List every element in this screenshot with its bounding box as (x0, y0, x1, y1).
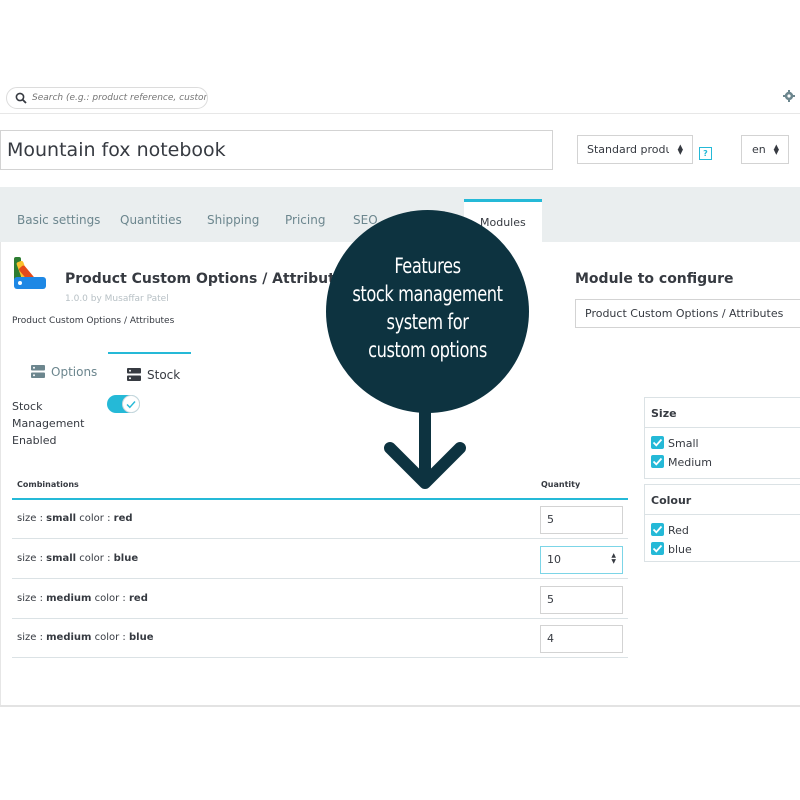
subtab-options[interactable]: Options (31, 365, 97, 379)
colour-filter-panel: Colour Red blue (644, 484, 800, 562)
checkbox-checked-icon[interactable] (651, 455, 664, 468)
table-row: size : medium color : red 5 (12, 580, 628, 619)
subtab-options-label: Options (51, 365, 98, 379)
arrow-down-icon (384, 400, 466, 489)
language-value: en (752, 143, 766, 156)
search-input[interactable] (32, 90, 207, 106)
module-version: 1.0.0 by Musaffar Patel (65, 294, 169, 304)
tab-shipping[interactable]: Shipping (207, 213, 259, 227)
combination-label: size : small color : blue (17, 553, 139, 564)
language-select[interactable]: en ▲ ▼ (741, 135, 789, 164)
column-header-quantity: Quantity (541, 480, 581, 489)
combination-label: size : small color : red (17, 513, 133, 524)
quantity-input[interactable]: 5 (540, 586, 623, 614)
module-title: Product Custom Options / Attributes (65, 271, 353, 287)
server-icon (31, 365, 45, 378)
callout-line: stock management (352, 282, 503, 306)
quantity-value: 10 (547, 553, 561, 566)
check-icon (126, 401, 136, 409)
stock-management-toggle[interactable] (107, 395, 140, 413)
search-box[interactable] (6, 87, 208, 109)
module-logo-icon (14, 257, 46, 289)
panel-bottom-border (0, 705, 800, 707)
product-name-input[interactable]: Mountain fox notebook (0, 130, 553, 170)
subtab-stock-label: Stock (147, 368, 181, 382)
toggle-knob (122, 395, 140, 413)
quantity-input[interactable]: 4 (540, 625, 623, 653)
colour-filter-item[interactable]: blue (645, 539, 800, 558)
size-filter-item[interactable]: Small (645, 433, 800, 452)
spinner-arrows-icon[interactable]: ▲ ▼ (611, 553, 616, 565)
callout-line: system for (386, 310, 469, 334)
checkbox-checked-icon[interactable] (651, 523, 664, 536)
tab-quantities[interactable]: Quantities (120, 213, 182, 227)
callout-line: Features (394, 254, 461, 278)
quantity-input[interactable]: 5 (540, 506, 623, 534)
colour-filter-title: Colour (645, 485, 800, 515)
module-caption: Product Custom Options / Attributes (12, 316, 175, 326)
subtab-stock[interactable]: Stock (127, 368, 180, 382)
select-arrows-icon: ▲ ▼ (677, 143, 683, 156)
server-icon (127, 368, 141, 381)
tab-pricing[interactable]: Pricing (285, 213, 325, 227)
product-type-value: Standard product (587, 143, 669, 156)
panel-border (0, 242, 1, 705)
quantity-stepper[interactable]: 10 ▲ ▼ (540, 546, 623, 574)
help-icon[interactable]: ? (699, 147, 712, 160)
header-divider (0, 113, 800, 114)
active-subtab-indicator (108, 352, 191, 354)
table-row: size : small color : blue 10 ▲ ▼ (12, 540, 628, 579)
table-row: size : small color : red 5 (12, 500, 628, 539)
combination-label: size : medium color : blue (17, 632, 154, 643)
checkbox-checked-icon[interactable] (651, 542, 664, 555)
module-configure-select[interactable]: Product Custom Options / Attributes (575, 299, 800, 328)
column-header-combinations: Combinations (17, 480, 79, 489)
size-filter-item[interactable]: Medium (645, 452, 800, 471)
tab-basic-settings[interactable]: Basic settings (17, 213, 100, 227)
colour-filter-item[interactable]: Red (645, 520, 800, 539)
gear-icon[interactable] (783, 90, 795, 102)
callout-line: custom options (368, 338, 487, 362)
combination-label: size : medium color : red (17, 593, 148, 604)
size-filter-panel: Size Small Medium (644, 397, 800, 479)
callout-text: Features stock management system for cus… (340, 252, 515, 364)
configure-title: Module to configure (575, 271, 734, 287)
feature-callout: Features stock management system for cus… (326, 210, 529, 413)
checkbox-checked-icon[interactable] (651, 436, 664, 449)
search-icon (15, 92, 27, 104)
stock-management-label: Stock Management Enabled (12, 400, 85, 447)
select-arrows-icon: ▲ ▼ (773, 143, 779, 156)
size-filter-title: Size (645, 398, 800, 428)
table-row: size : medium color : blue 4 (12, 619, 628, 658)
product-type-select[interactable]: Standard product ▲▼ (577, 135, 693, 164)
